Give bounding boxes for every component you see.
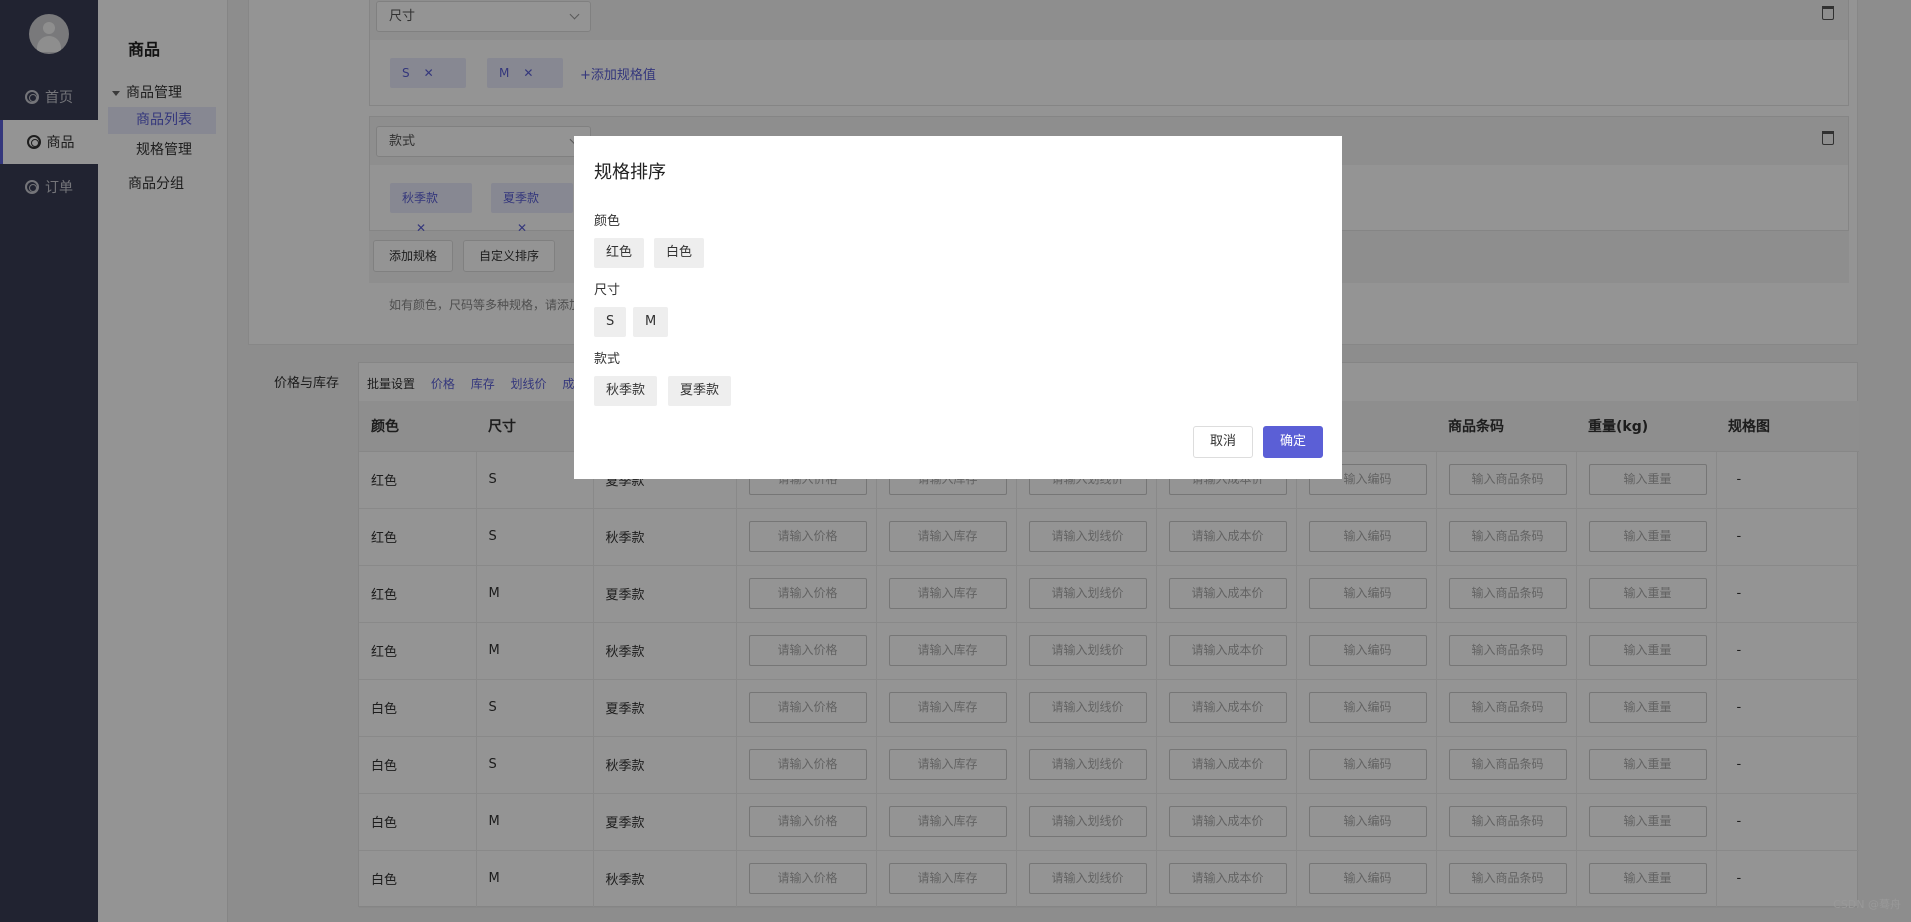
- sort-chip[interactable]: 红色: [594, 238, 645, 268]
- sort-chip[interactable]: M: [633, 307, 669, 337]
- cancel-button[interactable]: 取消: [1193, 426, 1254, 458]
- group-label-color: 颜色: [594, 214, 621, 229]
- group-label-size: 尺寸: [594, 283, 621, 298]
- sort-chip[interactable]: 秋季款: [594, 376, 658, 406]
- sort-chip[interactable]: S: [594, 307, 627, 337]
- group-label-style: 款式: [594, 352, 621, 367]
- dialog-title: 规格排序: [594, 162, 666, 183]
- spec-sort-dialog: 规格排序 颜色 红色 白色 尺寸 S M 款式 秋季款 夏季款 取消 确定: [574, 136, 1342, 479]
- sort-chip[interactable]: 夏季款: [668, 376, 732, 406]
- confirm-button[interactable]: 确定: [1263, 426, 1324, 458]
- sort-chip[interactable]: 白色: [654, 238, 705, 268]
- watermark: CSDN @蓦舟: [1833, 898, 1901, 911]
